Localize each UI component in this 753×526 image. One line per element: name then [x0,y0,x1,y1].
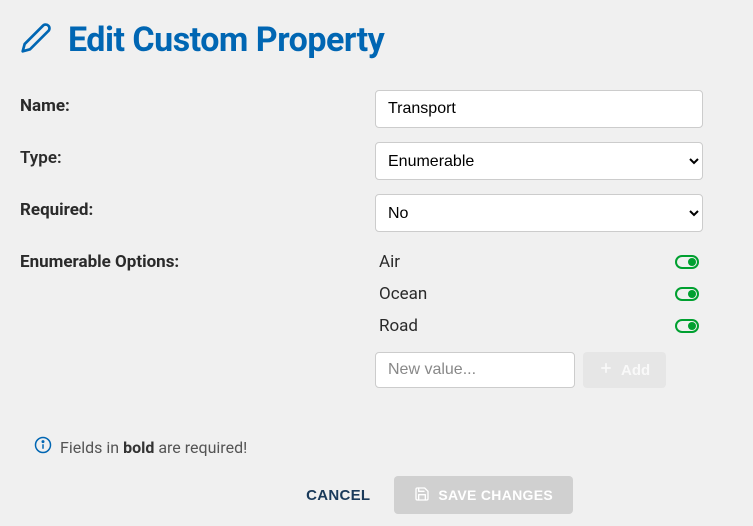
dialog-actions: CANCEL SAVE CHANGES [20,476,733,514]
type-label: Type: [20,142,375,168]
name-input[interactable] [375,90,703,128]
option-label: Ocean [379,284,427,304]
required-row: Required: No [20,194,733,232]
add-option-row: Add [375,352,703,388]
save-button-label: SAVE CHANGES [438,487,553,503]
plus-icon [599,361,613,379]
option-item: Road [375,310,703,342]
hint-text: Fields in bold are required! [60,438,247,457]
type-row: Type: Enumerable [20,142,733,180]
required-label: Required: [20,194,375,220]
save-button[interactable]: SAVE CHANGES [394,476,573,514]
name-row: Name: [20,90,733,128]
save-icon [414,486,430,505]
cancel-button[interactable]: CANCEL [306,487,370,504]
dialog-header: Edit Custom Property [20,20,733,60]
info-icon [34,436,52,458]
toggle-switch[interactable] [675,287,699,301]
option-item: Air [375,246,703,278]
required-hint: Fields in bold are required! [34,436,733,458]
option-label: Air [379,252,400,272]
add-button[interactable]: Add [583,352,666,388]
type-select[interactable]: Enumerable [375,142,703,180]
toggle-switch[interactable] [675,255,699,269]
required-select[interactable]: No [375,194,703,232]
options-row: Enumerable Options: Air Ocean Road [20,246,733,388]
new-value-input[interactable] [375,352,575,388]
toggle-switch[interactable] [675,319,699,333]
option-item: Ocean [375,278,703,310]
options-label: Enumerable Options: [20,246,375,272]
name-label: Name: [20,90,375,116]
add-button-label: Add [621,362,650,379]
page-title: Edit Custom Property [68,20,384,60]
pencil-icon [20,22,52,58]
option-label: Road [379,316,418,336]
